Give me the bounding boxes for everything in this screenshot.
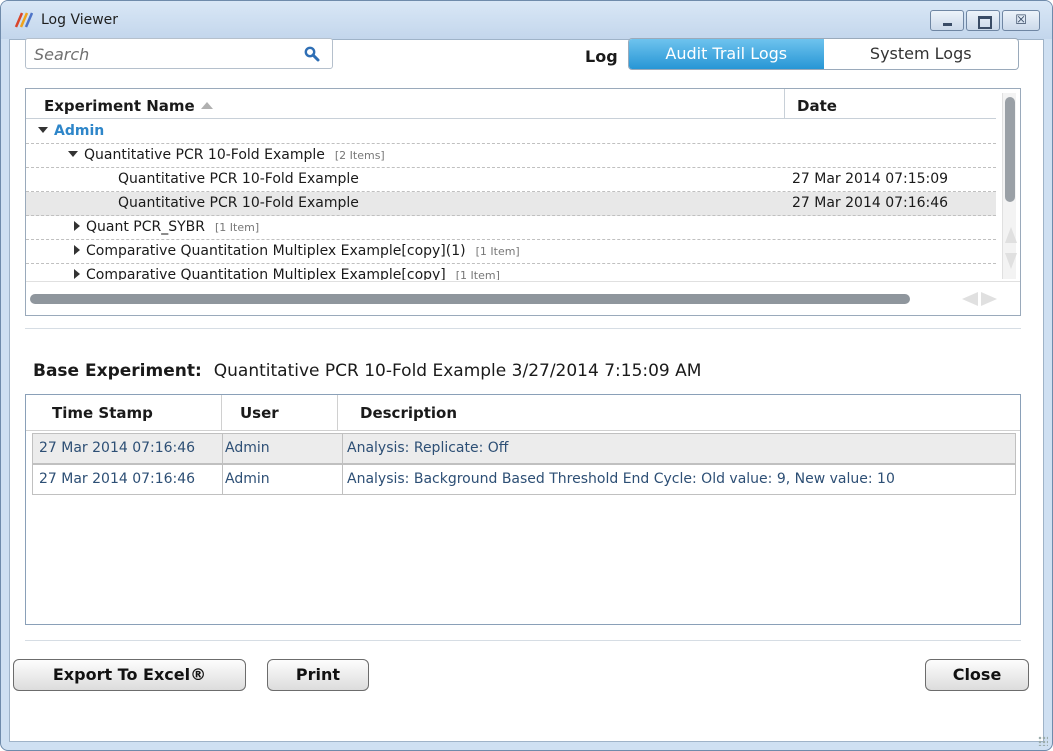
tree-row-selected[interactable]: Quantitative PCR 10-Fold Example 27 Mar … (26, 192, 996, 216)
user-column-header[interactable]: User (222, 395, 338, 431)
cell-separator (342, 465, 343, 494)
item-count: [1 Item] (475, 245, 520, 258)
tree-row[interactable]: Comparative Quantitation Multiplex Examp… (26, 240, 996, 264)
maximize-button[interactable] (966, 10, 1000, 31)
export-to-excel-button[interactable]: Export To Excel® (13, 659, 246, 691)
cell-separator (222, 434, 223, 463)
tree-row[interactable]: Admin (26, 120, 996, 144)
tree-row-date: 27 Mar 2014 07:15:09 (792, 171, 949, 187)
base-experiment-value: Quantitative PCR 10-Fold Example 3/27/20… (213, 361, 702, 381)
base-experiment-label: Base Experiment: (33, 361, 202, 381)
table-row[interactable]: 27 Mar 2014 07:16:46 Admin Analysis: Bac… (32, 464, 1016, 495)
vertical-scroll-thumb[interactable] (1005, 97, 1015, 202)
user-cell: Admin (225, 471, 270, 487)
cell-separator (342, 434, 343, 463)
audit-trail-table: Time Stamp User Description 27 Mar 2014 … (25, 394, 1021, 625)
scroll-left-arrow-icon[interactable] (962, 292, 978, 306)
tree-row-label: Quantitative PCR 10-Fold Example (118, 195, 359, 211)
log-viewer-window: Log Viewer ☒ Search Log Audit Trail Logs… (0, 0, 1053, 751)
window-close-button[interactable]: ☒ (1002, 10, 1040, 31)
tree-row-label: Comparative Quantitation Multiplex Examp… (86, 267, 446, 280)
experiment-tree: Experiment Name Date Admin Quantitative … (25, 88, 1021, 316)
time-stamp-column-header[interactable]: Time Stamp (26, 395, 222, 431)
user-cell: Admin (225, 440, 270, 456)
tree-row-label: Quant PCR_SYBR (86, 219, 205, 235)
app-logo-icon (14, 12, 33, 28)
tree-row[interactable]: Quant PCR_SYBR [1 Item] (26, 216, 996, 240)
divider (25, 328, 1021, 329)
collapse-arrow-icon[interactable] (74, 221, 80, 231)
description-cell: Analysis: Replicate: Off (347, 440, 509, 456)
minimize-button[interactable] (930, 10, 964, 31)
date-column-header[interactable]: Date (784, 89, 996, 119)
sort-ascending-icon (200, 102, 213, 109)
experiment-name-column-header[interactable]: Experiment Name (44, 97, 213, 115)
window-title: Log Viewer (41, 12, 119, 28)
resize-grip-icon[interactable] (1038, 736, 1048, 746)
tree-row-label: Quantitative PCR 10-Fold Example (84, 147, 325, 163)
window-controls: ☒ (928, 10, 1040, 31)
close-icon: ☒ (1015, 13, 1027, 28)
experiment-name-header-label: Experiment Name (44, 97, 195, 115)
tree-row[interactable]: Quantitative PCR 10-Fold Example [2 Items… (26, 144, 996, 168)
horizontal-scrollbar[interactable] (26, 281, 1020, 315)
tree-row-label: Comparative Quantitation Multiplex Examp… (86, 243, 466, 259)
close-button[interactable]: Close (925, 659, 1029, 691)
item-count: [2 Items] (334, 149, 385, 162)
expand-arrow-icon[interactable] (68, 151, 78, 157)
tree-row-label: Admin (54, 123, 105, 139)
audit-table-header: Time Stamp User Description (26, 395, 1020, 431)
search-input[interactable]: Search (25, 38, 333, 69)
scroll-right-arrow-icon[interactable] (981, 292, 997, 306)
item-count: [1 Item] (455, 269, 500, 280)
description-cell: Analysis: Background Based Threshold End… (347, 471, 895, 487)
table-row[interactable]: 27 Mar 2014 07:16:46 Admin Analysis: Rep… (32, 433, 1016, 464)
time-stamp-cell: 27 Mar 2014 07:16:46 (39, 471, 196, 487)
item-count: [1 Item] (215, 221, 260, 234)
title-bar[interactable]: Log Viewer ☒ (1, 1, 1052, 39)
scroll-down-arrow-icon[interactable] (1005, 253, 1017, 269)
horizontal-scroll-thumb[interactable] (30, 294, 910, 304)
search-placeholder: Search (34, 45, 90, 64)
description-column-header[interactable]: Description (338, 395, 1018, 431)
system-logs-tab[interactable]: System Logs (824, 39, 1019, 69)
tree-row-date: 27 Mar 2014 07:16:46 (792, 195, 949, 211)
time-stamp-cell: 27 Mar 2014 07:16:46 (39, 440, 196, 456)
tree-header: Experiment Name Date (26, 89, 996, 119)
log-type-toggle: Audit Trail Logs System Logs (628, 38, 1019, 70)
search-icon[interactable] (304, 46, 320, 62)
vertical-scrollbar[interactable] (1002, 93, 1017, 279)
divider (25, 640, 1021, 641)
expand-arrow-icon[interactable] (38, 127, 48, 133)
scroll-up-arrow-icon[interactable] (1005, 227, 1017, 243)
cell-separator (222, 465, 223, 494)
print-button[interactable]: Print (267, 659, 369, 691)
base-experiment-info: Base Experiment: Quantitative PCR 10-Fold… (33, 361, 701, 381)
audit-trail-logs-tab[interactable]: Audit Trail Logs (629, 39, 824, 69)
tree-row-partial[interactable]: Comparative Quantitation Multiplex Examp… (26, 264, 996, 280)
tree-row[interactable]: Quantitative PCR 10-Fold Example 27 Mar … (26, 168, 996, 192)
log-label: Log (585, 47, 618, 66)
tree-row-label: Quantitative PCR 10-Fold Example (118, 171, 359, 187)
collapse-arrow-icon[interactable] (74, 245, 80, 255)
collapse-arrow-icon[interactable] (74, 269, 80, 279)
